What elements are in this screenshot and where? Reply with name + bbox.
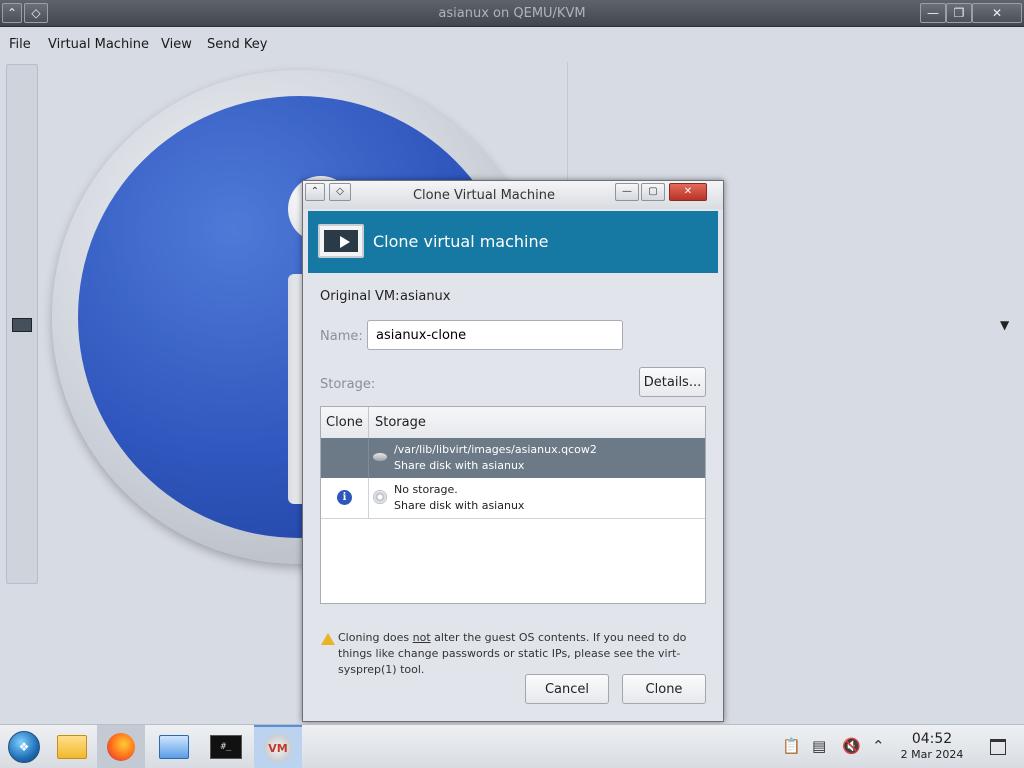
- start-menu-button[interactable]: ❖: [0, 725, 48, 768]
- clone-button[interactable]: Clone: [622, 674, 706, 704]
- menu-send-key[interactable]: Send Key: [207, 37, 267, 52]
- volume-muted-icon[interactable]: 🔇: [842, 737, 861, 755]
- details-button[interactable]: Details...: [639, 367, 706, 397]
- dialog-header: Clone virtual machine: [308, 211, 718, 273]
- dialog-titlebar: ⌃ ◇ Clone Virtual Machine — ▢ ✕: [303, 181, 723, 209]
- name-input[interactable]: [367, 320, 623, 350]
- cancel-button[interactable]: Cancel: [525, 674, 609, 704]
- storage-path: No storage.: [394, 483, 458, 496]
- menu-view[interactable]: View: [161, 37, 192, 52]
- warning-icon: [321, 633, 335, 645]
- minimize-button[interactable]: —: [920, 3, 946, 23]
- cdrom-icon: [373, 490, 387, 504]
- terminal-icon: #_: [210, 735, 242, 759]
- main-titlebar: ⌃ ◇ asianux on QEMU/KVM — ❐ ✕: [0, 0, 1024, 27]
- vm-sidebar[interactable]: [6, 64, 38, 584]
- virt-manager-icon: VM: [264, 734, 292, 762]
- clock[interactable]: 04:52 2 Mar 2024: [892, 731, 972, 761]
- maximize-button[interactable]: ❐: [946, 3, 972, 23]
- clone-dialog: ⌃ ◇ Clone Virtual Machine — ▢ ✕ Clone vi…: [302, 180, 724, 722]
- name-label: Name:: [320, 329, 363, 344]
- task-virt-manager[interactable]: VM: [254, 725, 302, 768]
- vm-play-icon: [318, 224, 364, 258]
- disk-icon: [373, 453, 387, 461]
- clipboard-icon[interactable]: 📋: [782, 737, 801, 755]
- warning-text: Cloning does not alter the guest OS cont…: [338, 631, 687, 676]
- notes-icon[interactable]: ▤: [812, 737, 826, 755]
- clock-time: 04:52: [911, 731, 953, 747]
- dialog-header-title: Clone virtual machine: [373, 232, 549, 251]
- task-file-manager[interactable]: [48, 725, 96, 768]
- storage-share: Share disk with asianux: [394, 499, 525, 512]
- close-button[interactable]: ✕: [972, 3, 1022, 23]
- monitor-icon[interactable]: [12, 318, 32, 332]
- dialog-minimize-button[interactable]: —: [615, 183, 639, 201]
- main-window-title: asianux on QEMU/KVM: [438, 6, 586, 21]
- task-network[interactable]: [150, 725, 198, 768]
- column-header-storage[interactable]: Storage: [375, 407, 426, 438]
- show-desktop-icon[interactable]: [990, 739, 1006, 755]
- dialog-maximize-button[interactable]: ▢: [641, 183, 665, 201]
- menu-file[interactable]: File: [9, 37, 31, 52]
- column-header-clone[interactable]: Clone: [321, 407, 369, 438]
- tray-expand-icon[interactable]: ⌃: [872, 737, 885, 755]
- network-settings-icon: [159, 735, 189, 759]
- storage-label: Storage:: [320, 377, 376, 392]
- start-orb-icon: ❖: [8, 731, 40, 763]
- info-icon: i: [337, 490, 352, 505]
- menubar: File Virtual Machine View Send Key: [0, 27, 1024, 61]
- table-header: Clone Storage: [321, 407, 705, 439]
- dialog-window-title: Clone Virtual Machine: [412, 188, 556, 203]
- storage-table: Clone Storage /var/lib/libvirt/images/as…: [320, 406, 706, 604]
- clock-date: 2 Mar 2024: [900, 748, 964, 761]
- table-row[interactable]: /var/lib/libvirt/images/asianux.qcow2 Sh…: [321, 438, 705, 478]
- dialog-close-button[interactable]: ✕: [669, 183, 707, 201]
- dropdown-arrow-icon[interactable]: ▼: [1000, 318, 1009, 332]
- storage-path: /var/lib/libvirt/images/asianux.qcow2: [394, 443, 597, 456]
- storage-share: Share disk with asianux: [394, 459, 525, 472]
- menu-virtual-machine[interactable]: Virtual Machine: [48, 37, 149, 52]
- folder-icon: [57, 735, 87, 759]
- firefox-icon: [107, 733, 135, 761]
- task-firefox[interactable]: [97, 725, 145, 768]
- table-row[interactable]: i No storage. Share disk with asianux: [321, 478, 705, 518]
- taskbar: ❖ #_ VM 📋 ▤ 🔇 ⌃ 04:52 2 Mar 2024: [0, 724, 1024, 768]
- task-terminal[interactable]: #_: [202, 725, 250, 768]
- original-vm-value: asianux: [400, 289, 451, 304]
- original-vm-label: Original VM:: [320, 289, 400, 304]
